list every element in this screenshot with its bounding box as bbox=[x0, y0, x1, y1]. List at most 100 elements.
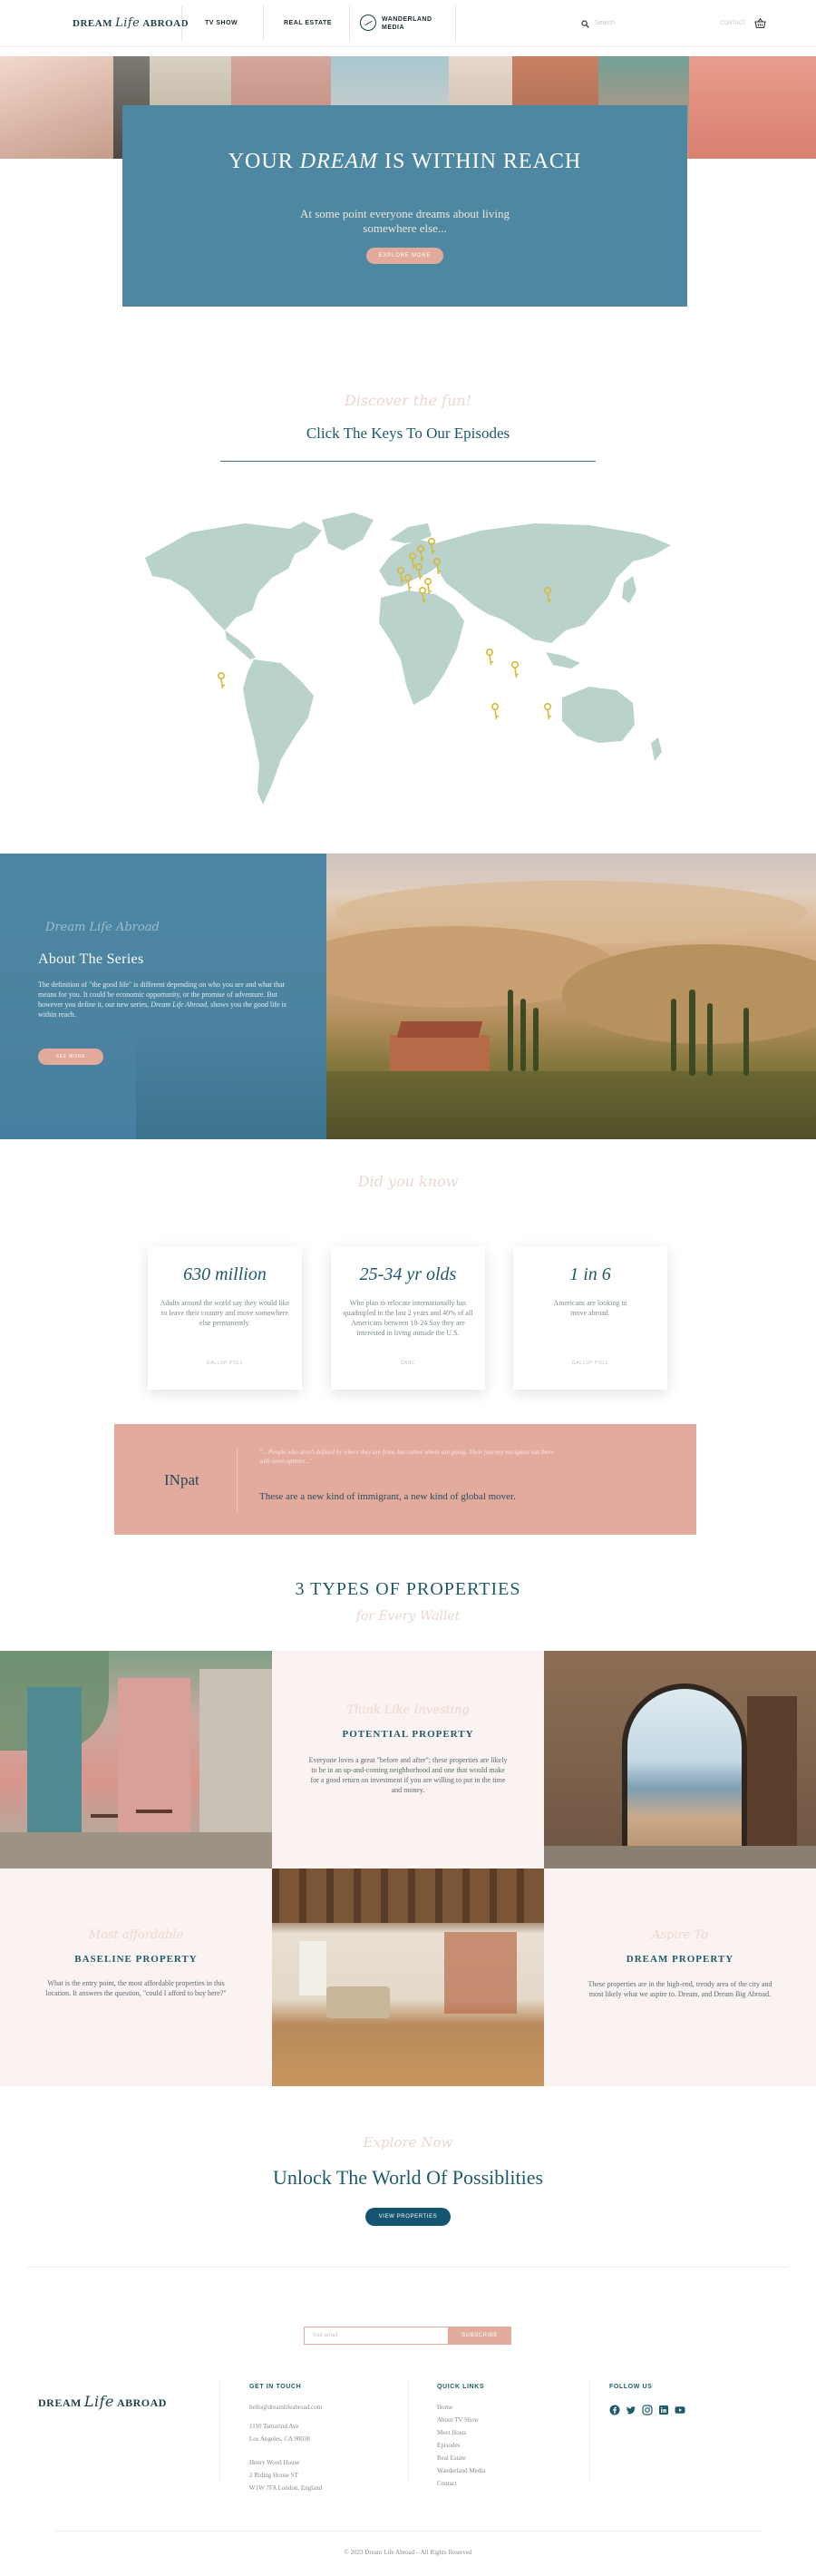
about-section: Dream Life Abroad About The Series The d… bbox=[0, 854, 816, 1139]
basket-icon[interactable] bbox=[754, 18, 766, 28]
section-divider bbox=[27, 2267, 789, 2268]
stats-script-heading: Did you know bbox=[357, 1173, 459, 1190]
address-london-line1: Henry Wood House bbox=[249, 2459, 300, 2466]
hero-subtitle: At some point everyone dreams about livi… bbox=[299, 207, 510, 235]
dream-desc-part2: Dream, and Dream Big Abroad. bbox=[677, 1990, 772, 1998]
living-room-image bbox=[272, 1869, 544, 2086]
stat-description: Who plan to relocate internationally has… bbox=[343, 1299, 473, 1337]
footer-link-real-estate[interactable]: Real Estate bbox=[437, 2452, 485, 2464]
stat-description: Adults around the world say they would l… bbox=[160, 1299, 290, 1327]
dream-property-description: These properties are in the high-end, tr… bbox=[580, 1979, 780, 1999]
nav-divider bbox=[455, 5, 456, 42]
nav-divider bbox=[349, 5, 350, 42]
inpat-quote-banner: INpat "... People who aren't defined by … bbox=[114, 1424, 696, 1535]
nav-wander-line1: WANDERLAND bbox=[382, 16, 432, 23]
footer-logo[interactable]: DREAM Life ABROAD bbox=[38, 2393, 167, 2410]
address-london-line2: 2 Riding House ST bbox=[249, 2472, 298, 2479]
explore-more-button[interactable]: EXPLORE MORE bbox=[366, 248, 443, 264]
top-nav: DREAM Life ABROAD TV SHOW REAL ESTATE WAND… bbox=[0, 0, 816, 47]
nav-wander-line2: MEDIA bbox=[382, 24, 405, 31]
nav-contact-link[interactable]: CONTACT bbox=[720, 21, 746, 26]
footer-logo-dream: DREAM bbox=[38, 2396, 82, 2409]
quote-main-text: These are a new kind of immigrant, a new… bbox=[259, 1491, 658, 1502]
quote-name: INpat bbox=[164, 1471, 199, 1488]
map-new-zealand bbox=[651, 737, 662, 761]
episode-key-icon[interactable] bbox=[510, 660, 520, 678]
map-japan bbox=[622, 576, 636, 603]
potential-property-description: Everyone loves a great "before and after… bbox=[308, 1756, 508, 1794]
potential-script: Think Like Investing bbox=[346, 1703, 470, 1717]
episode-key-icon[interactable] bbox=[217, 671, 226, 689]
about-text-series: Dream Life Abroad, bbox=[151, 1000, 209, 1009]
stat-number: 630 million bbox=[183, 1264, 267, 1284]
footer-divider bbox=[408, 2381, 409, 2481]
footer-bottom-divider bbox=[54, 2531, 762, 2532]
episode-key-icon[interactable] bbox=[491, 702, 500, 720]
map-africa bbox=[379, 590, 464, 705]
view-properties-button[interactable]: VIEW PROPERTIES bbox=[365, 2208, 451, 2226]
footer-link-contact[interactable]: Contact bbox=[437, 2477, 485, 2490]
logo-word-dream: DREAM bbox=[73, 18, 113, 29]
dream-property-card[interactable]: Aspire To DREAM PROPERTY These propertie… bbox=[544, 1869, 816, 2086]
properties-script-heading: for Every Wallet bbox=[355, 1609, 461, 1624]
address-london-line3: W1W 7FA London, England bbox=[249, 2484, 323, 2492]
nav-link-tv-show[interactable]: TV SHOW bbox=[205, 20, 238, 26]
street-cafe-image bbox=[0, 1651, 272, 1869]
linkedin-icon[interactable] bbox=[658, 2405, 669, 2415]
unlock-title: Unlock The World Of Possiblities bbox=[272, 2166, 544, 2189]
copyright-text: © 2023 Dream Life Abroad – All Rights Re… bbox=[344, 2549, 472, 2556]
stat-card: 25-34 yr olds Who plan to relocate inter… bbox=[331, 1246, 485, 1390]
map-indonesia bbox=[546, 652, 580, 668]
stat-source: GALLUP POLL bbox=[206, 1361, 244, 1366]
baseline-script: Most affordable bbox=[88, 1928, 184, 1942]
nav-link-wanderland-media[interactable]: WANDERLAND MEDIA bbox=[382, 15, 432, 32]
dream-script: Aspire To bbox=[651, 1928, 709, 1942]
get-in-touch-heading: GET IN TOUCH bbox=[249, 2384, 302, 2390]
episode-key-icon[interactable] bbox=[423, 577, 432, 595]
unlock-script-heading: Explore Now bbox=[363, 2134, 453, 2151]
stat-source: GALLUP POLL bbox=[571, 1361, 609, 1366]
see-more-button[interactable]: SEE MORE bbox=[38, 1049, 103, 1065]
subscribe-button[interactable]: SUBSCRIBE bbox=[448, 2327, 511, 2345]
quote-divider bbox=[237, 1449, 238, 1512]
episode-key-icon[interactable] bbox=[485, 648, 494, 666]
map-australia bbox=[562, 687, 635, 743]
nav-link-real-estate[interactable]: REAL ESTATE bbox=[284, 20, 332, 26]
baseline-property-card[interactable]: Most affordable BASELINE PROPERTY What i… bbox=[0, 1869, 272, 2086]
episode-key-icon[interactable] bbox=[543, 702, 552, 720]
baseline-property-title: BASELINE PROPERTY bbox=[74, 1954, 198, 1965]
stat-source: CNBC bbox=[400, 1361, 416, 1366]
footer-link-meet-hosts[interactable]: Meet Hosts bbox=[437, 2426, 485, 2439]
newsletter-email-input[interactable]: Your email bbox=[304, 2327, 449, 2345]
about-title: About The Series bbox=[38, 951, 144, 967]
about-script-heading: Dream Life Abroad bbox=[45, 921, 160, 934]
footer-email-link[interactable]: hello@dreamlifeabroad.com bbox=[249, 2401, 322, 2414]
map-scandinavia bbox=[390, 523, 432, 543]
twitter-icon[interactable] bbox=[626, 2405, 636, 2415]
search-icon[interactable] bbox=[581, 20, 589, 28]
episodes-script-heading: Discover the fun! bbox=[344, 392, 472, 409]
quote-main-highlight: global mover. bbox=[461, 1491, 516, 1502]
footer-divider bbox=[219, 2381, 220, 2481]
search-input[interactable]: Search bbox=[595, 20, 615, 26]
youtube-icon[interactable] bbox=[675, 2405, 685, 2415]
baseline-property-description: What is the entry point, the most afford… bbox=[45, 1979, 227, 1997]
address-la-line1: 1110 Tamarind Ave bbox=[249, 2423, 299, 2430]
footer-link-wanderland-media[interactable]: Wanderland Media bbox=[437, 2464, 485, 2477]
quick-links-heading: QUICK LINKS bbox=[437, 2384, 485, 2390]
world-map bbox=[145, 512, 671, 805]
site-logo[interactable]: DREAM Life ABROAD bbox=[73, 16, 189, 30]
wanderland-logo-icon[interactable] bbox=[360, 15, 376, 31]
about-description: The definition of "the good life" is dif… bbox=[38, 980, 295, 1020]
instagram-icon[interactable] bbox=[642, 2405, 653, 2415]
address-la-line2: Los Angeles, CA 90038 bbox=[249, 2435, 310, 2443]
nav-divider bbox=[181, 5, 182, 42]
potential-property-card[interactable]: Think Like Investing POTENTIAL PROPERTY … bbox=[272, 1651, 544, 1869]
quote-small-text: "... People who aren't defined by where … bbox=[259, 1449, 554, 1465]
footer-link-about-tv-show[interactable]: About TV Show bbox=[437, 2414, 485, 2426]
facebook-icon[interactable] bbox=[609, 2405, 620, 2415]
map-greenland bbox=[322, 512, 374, 551]
footer-link-episodes[interactable]: Episodes bbox=[437, 2439, 485, 2452]
footer-link-home[interactable]: Home bbox=[437, 2401, 485, 2414]
arched-doorway-image bbox=[544, 1651, 816, 1869]
